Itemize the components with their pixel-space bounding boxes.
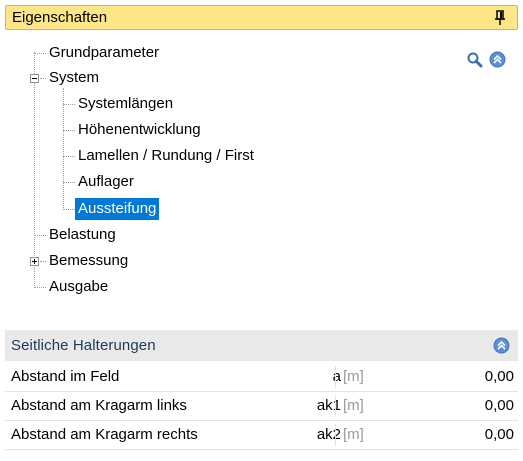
section-header[interactable]: Seitliche Halterungen: [5, 330, 518, 361]
tree-item-grundparameter[interactable]: Grundparameter: [46, 43, 162, 63]
property-unit: [m]: [343, 426, 364, 443]
section-collapse-icon[interactable]: [493, 337, 510, 354]
tree-item-ausgabe[interactable]: Ausgabe: [46, 277, 111, 297]
tree-item-label: Grundparameter: [49, 44, 160, 61]
tree-expand-toggle-bemessung[interactable]: [30, 257, 39, 266]
tree-item-label: System: [49, 69, 100, 86]
tree-item-label: Bemessung: [49, 252, 129, 269]
property-row[interactable]: Abstand am Kragarm rechts ak2 [m] 0,00: [5, 421, 518, 450]
tree-item-aussteifung[interactable]: Aussteifung: [75, 198, 160, 220]
property-grid: Abstand im Feld a [m] 0,00 Abstand am Kr…: [5, 363, 518, 450]
tree-item-bemessung[interactable]: Bemessung: [46, 251, 131, 271]
tree-item-label: Systemlängen: [78, 95, 174, 112]
property-row[interactable]: Abstand im Feld a [m] 0,00: [5, 363, 518, 392]
property-name: Abstand im Feld: [11, 368, 120, 385]
column-divider: [335, 424, 336, 446]
tree-item-label: Höhenentwicklung: [78, 121, 201, 138]
tree-collapse-toggle-system[interactable]: [30, 74, 39, 83]
column-divider: [335, 395, 336, 417]
column-divider: [335, 366, 336, 388]
tree-item-system[interactable]: System: [46, 68, 102, 88]
tree-item-label: Belastung: [49, 226, 116, 243]
section-title: Seitliche Halterungen: [11, 337, 156, 354]
tree-item-label: Aussteifung: [75, 198, 160, 220]
tree-item-lamellen-rundung-first[interactable]: Lamellen / Rundung / First: [75, 146, 257, 166]
tree-item-label: Lamellen / Rundung / First: [78, 147, 254, 164]
property-name: Abstand am Kragarm links: [11, 397, 187, 414]
tree-item-systemlaengen[interactable]: Systemlängen: [75, 94, 176, 114]
tree-item-hoehenentwicklung[interactable]: Höhenentwicklung: [75, 120, 204, 140]
property-row[interactable]: Abstand am Kragarm links ak1 [m] 0,00: [5, 392, 518, 421]
property-value[interactable]: 0,00: [485, 392, 514, 420]
property-unit: [m]: [343, 397, 364, 414]
property-value[interactable]: 0,00: [485, 421, 514, 449]
tree-item-belastung[interactable]: Belastung: [46, 225, 119, 245]
tree-item-auflager[interactable]: Auflager: [75, 172, 137, 192]
tree-item-label: Ausgabe: [49, 278, 109, 295]
property-name: Abstand am Kragarm rechts: [11, 426, 198, 443]
property-value[interactable]: 0,00: [485, 363, 514, 391]
property-unit: [m]: [343, 368, 364, 385]
tree-item-label: Auflager: [78, 173, 134, 190]
navigator-tree: Grundparameter System Systemlängen Höhen…: [0, 0, 523, 310]
